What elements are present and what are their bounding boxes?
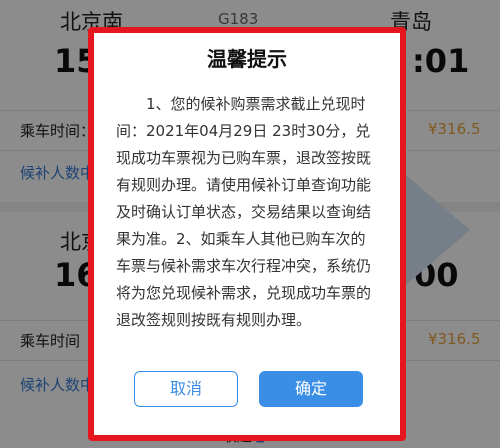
confirm-button[interactable]: 确定 xyxy=(259,371,363,407)
cancel-button[interactable]: 取消 xyxy=(134,371,238,407)
dialog-title: 温馨提示 xyxy=(207,47,287,71)
notice-dialog: 温馨提示 1、您的候补购票需求截止兑现时间：2021年04月29日 23时30分… xyxy=(88,27,406,441)
dialog-message: 1、您的候补购票需求截止兑现时间：2021年04月29日 23时30分，兑现成功… xyxy=(116,95,372,329)
